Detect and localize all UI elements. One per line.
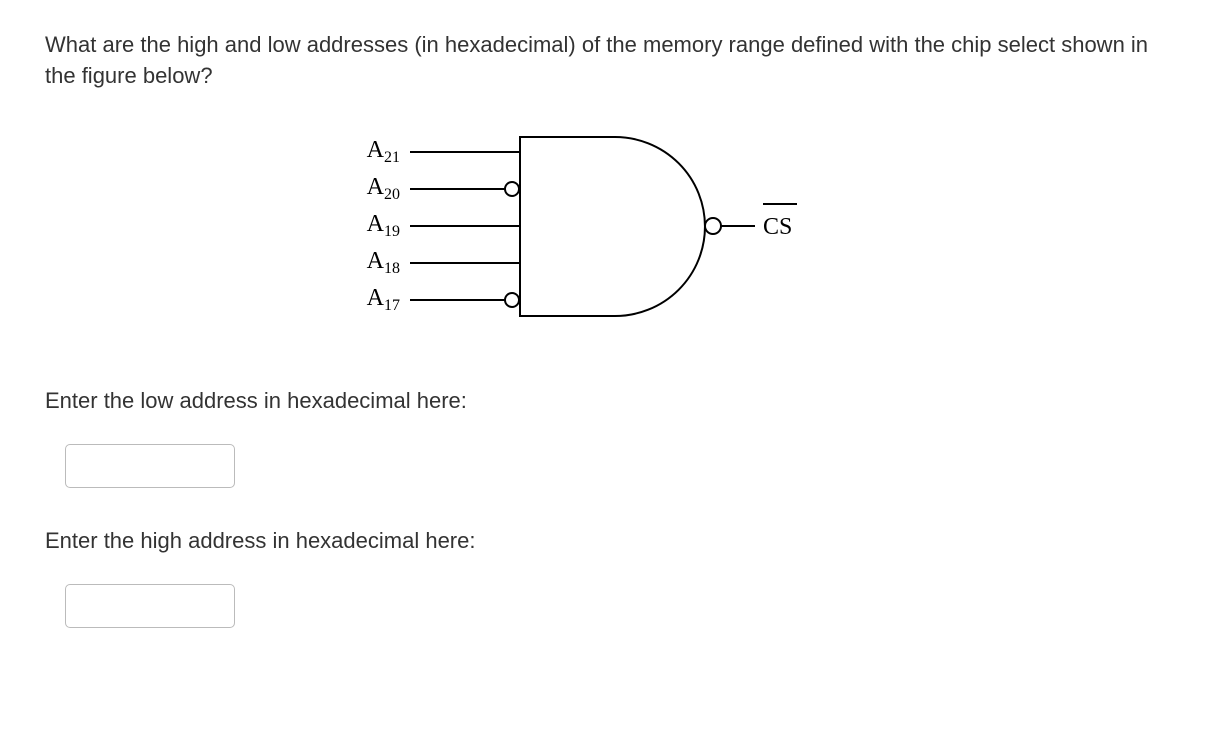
high-address-input[interactable]	[65, 584, 235, 628]
svg-text:A19: A19	[367, 211, 400, 240]
question-text: What are the high and low addresses (in …	[45, 30, 1161, 92]
svg-text:A17: A17	[367, 285, 400, 314]
nand-gate-diagram: A21 A20 A19 A18 A17 CS	[355, 132, 825, 322]
high-address-prompt: Enter the high address in hexadecimal he…	[45, 528, 1161, 554]
low-address-input[interactable]	[65, 444, 235, 488]
low-address-prompt: Enter the low address in hexadecimal her…	[45, 388, 1161, 414]
circuit-diagram: A21 A20 A19 A18 A17 CS	[355, 132, 1161, 328]
svg-text:A21: A21	[367, 137, 400, 166]
svg-text:A18: A18	[367, 248, 400, 277]
svg-text:CS: CS	[763, 214, 792, 240]
svg-text:A20: A20	[367, 174, 400, 203]
